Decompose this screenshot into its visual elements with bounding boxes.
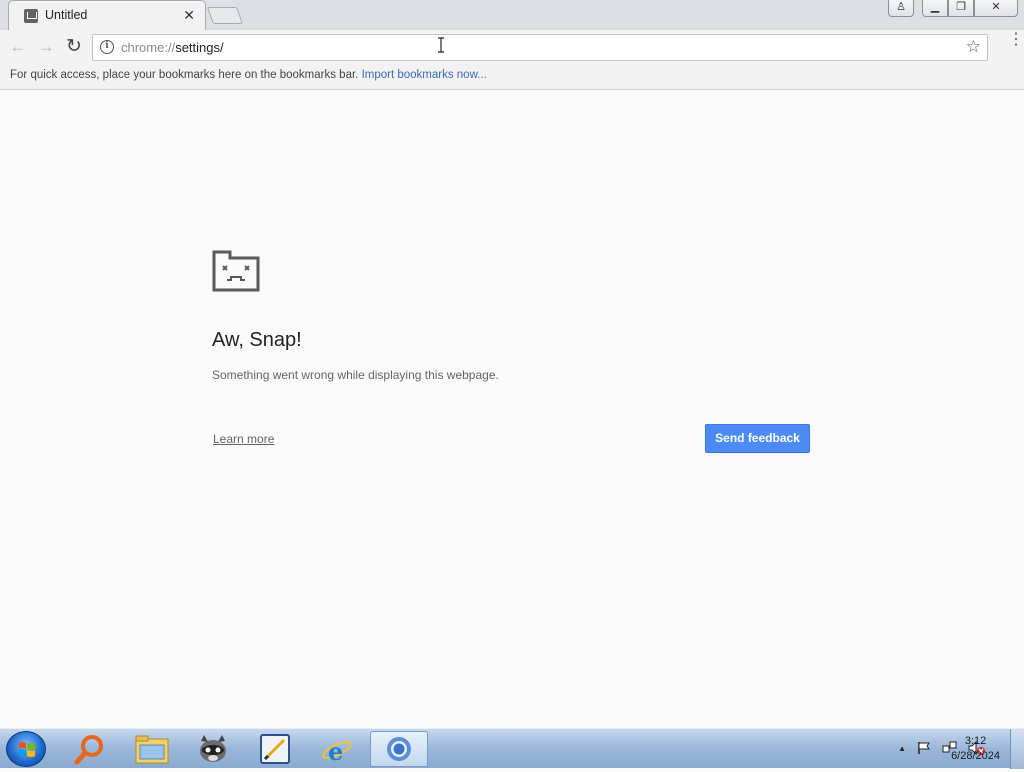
windows-logo-icon (19, 742, 35, 757)
restore-button[interactable]: ❐ (948, 0, 974, 17)
clock-date: 6/28/2024 (951, 750, 1000, 762)
folder-icon (135, 735, 169, 764)
bookmarks-bar: For quick access, place your bookmarks h… (0, 64, 1024, 90)
tab-title: Untitled (45, 8, 88, 22)
learn-more-link[interactable]: Learn more (213, 432, 274, 446)
taskbar-explorer[interactable] (122, 731, 180, 767)
browser-toolbar: ← → ↻ i chrome://settings/ ☆ ⋮ (0, 30, 1024, 64)
page-content: Aw, Snap! Something went wrong while dis… (0, 91, 1024, 728)
chrome-icon (387, 737, 411, 761)
taskbar-raccoon-app[interactable] (184, 731, 242, 767)
tab-close-icon[interactable]: ✕ (183, 7, 195, 24)
taskbar-chrome[interactable] (370, 731, 428, 767)
text-cursor-icon (438, 37, 444, 53)
error-message: Something went wrong while displaying th… (212, 368, 499, 382)
windows-taskbar: e ▲ 3:12 6/28/2024 (0, 728, 1024, 769)
tray-expand-icon[interactable]: ▲ (898, 744, 906, 755)
raccoon-icon (200, 735, 226, 762)
show-desktop-button[interactable] (1010, 729, 1024, 769)
start-button[interactable] (6, 731, 46, 767)
drawing-app-icon (260, 734, 290, 764)
internet-explorer-icon: e (322, 737, 352, 766)
minimize-button[interactable]: ▁ (922, 0, 948, 17)
profile-button[interactable]: ♙ (888, 0, 914, 17)
window-controls: ♙ ▁ ❐ ✕ (888, 0, 1018, 17)
bookmarks-hint: For quick access, place your bookmarks h… (10, 69, 487, 81)
back-button[interactable]: ← (7, 36, 29, 58)
bookmark-star-icon[interactable]: ☆ (966, 37, 981, 57)
chrome-menu-icon[interactable]: ⋮ (1008, 32, 1024, 48)
forward-button[interactable]: → (35, 36, 57, 58)
error-headline: Aw, Snap! (212, 329, 302, 351)
clock-time: 3:12 (964, 735, 987, 747)
taskbar-search-app[interactable] (60, 731, 118, 767)
import-bookmarks-link[interactable]: Import bookmarks now... (362, 69, 487, 81)
reload-button[interactable]: ↻ (63, 36, 85, 58)
close-window-button[interactable]: ✕ (974, 0, 1018, 17)
sad-tab-favicon-icon (24, 9, 38, 23)
taskbar-drawing-app[interactable] (246, 731, 304, 767)
action-center-flag-icon[interactable] (916, 741, 932, 755)
tab-strip: Untitled ✕ ♙ ▁ ❐ ✕ (0, 0, 1024, 30)
send-feedback-button[interactable]: Send feedback (705, 424, 810, 453)
tab-untitled[interactable]: Untitled ✕ (8, 0, 206, 30)
svg-text:e: e (328, 737, 343, 766)
magnifier-icon (74, 735, 103, 765)
sad-tab-icon (212, 250, 260, 292)
address-bar[interactable]: i chrome://settings/ ☆ (92, 34, 988, 61)
taskbar-clock[interactable]: 3:12 6/28/2024 (951, 734, 1000, 764)
info-icon[interactable]: i (100, 40, 114, 54)
url-text[interactable]: chrome://settings/ (121, 40, 224, 55)
url-path: settings/ (175, 40, 224, 55)
new-tab-button[interactable] (206, 7, 244, 24)
bookmarks-hint-text: For quick access, place your bookmarks h… (10, 69, 359, 81)
taskbar-internet-explorer[interactable]: e (308, 731, 366, 767)
url-scheme: chrome:// (121, 40, 176, 55)
